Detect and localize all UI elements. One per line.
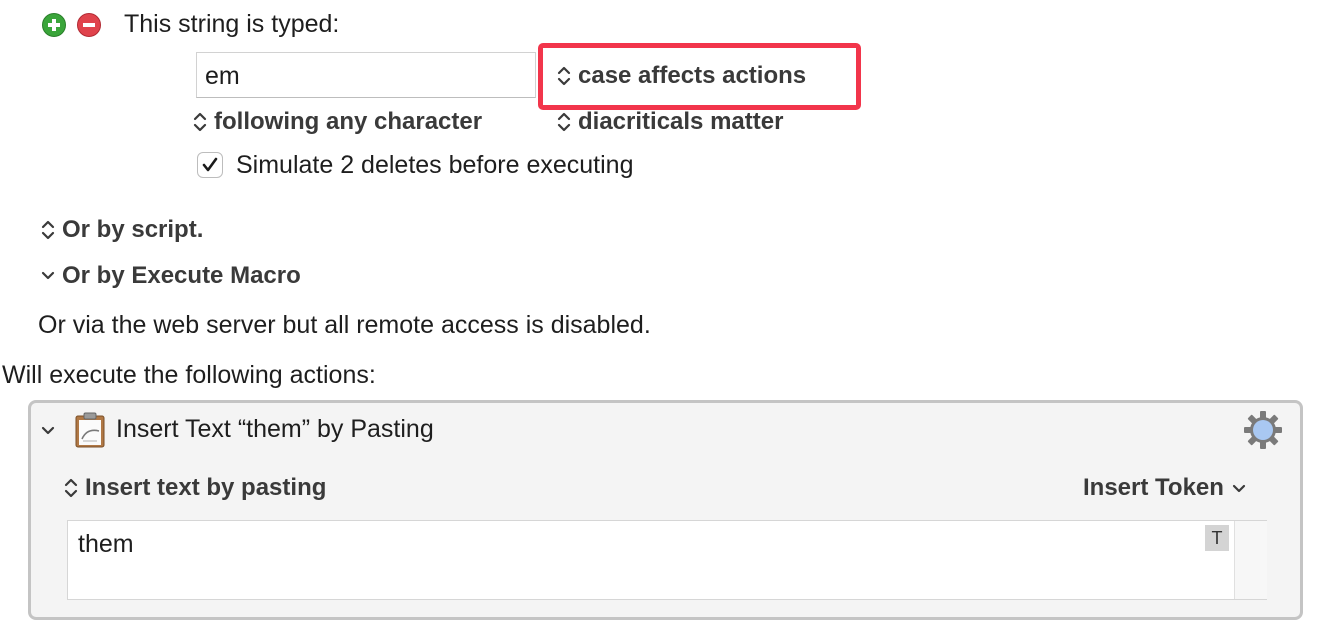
checkmark-icon [202,157,218,172]
insert-token-label: Insert Token [1083,474,1224,501]
insert-mode-popup[interactable]: Insert text by pasting [63,471,326,505]
script-section-label: Or by script. [62,216,204,243]
insert-text-value: them [78,530,134,558]
actions-header: Will execute the following actions: [2,361,376,389]
action-title: Insert Text “them” by Pasting [116,415,434,443]
gear-icon[interactable] [1243,410,1283,450]
updown-chevron-icon [41,220,55,240]
diacriticals-popup[interactable]: diacriticals matter [556,105,783,139]
simulate-deletes-checkbox[interactable] [197,152,223,178]
insert-text-area[interactable]: them T [67,520,1267,600]
remove-icon [77,13,101,37]
text-area-scrollbar[interactable] [1234,521,1267,599]
trigger-header-label: This string is typed: [124,10,340,38]
insert-token-menu[interactable]: Insert Token [1083,471,1248,505]
updown-chevron-icon [557,66,571,86]
token-badge[interactable]: T [1205,525,1229,551]
script-section-toggle[interactable]: Or by script. [40,213,203,247]
chevron-down-icon [41,271,55,280]
execute-macro-section-label: Or by Execute Macro [62,262,301,289]
add-trigger-button[interactable] [42,13,66,37]
add-icon [42,13,66,37]
diacriticals-popup-label: diacriticals matter [578,108,784,135]
simulate-deletes-label: Simulate 2 deletes before executing [236,151,634,179]
clipboard-icon [75,412,105,448]
typed-string-value: em [205,62,240,90]
case-popup[interactable]: case affects actions [556,59,806,93]
execute-macro-section-toggle[interactable]: Or by Execute Macro [40,259,301,293]
updown-chevron-icon [64,478,78,498]
remove-trigger-button[interactable] [77,13,101,37]
chevron-down-icon[interactable] [39,421,57,439]
following-popup[interactable]: following any character [192,105,482,139]
updown-chevron-icon [193,112,207,132]
case-popup-label: case affects actions [578,62,807,89]
web-server-text: Or via the web server but all remote acc… [38,311,651,339]
following-popup-label: following any character [214,108,483,135]
insert-mode-label: Insert text by pasting [85,474,327,501]
action-panel[interactable]: Insert Text “them” by Pasting Insert tex… [28,400,1303,620]
updown-chevron-icon [557,112,571,132]
typed-string-field[interactable]: em [196,52,536,98]
chevron-down-icon [1232,484,1246,493]
